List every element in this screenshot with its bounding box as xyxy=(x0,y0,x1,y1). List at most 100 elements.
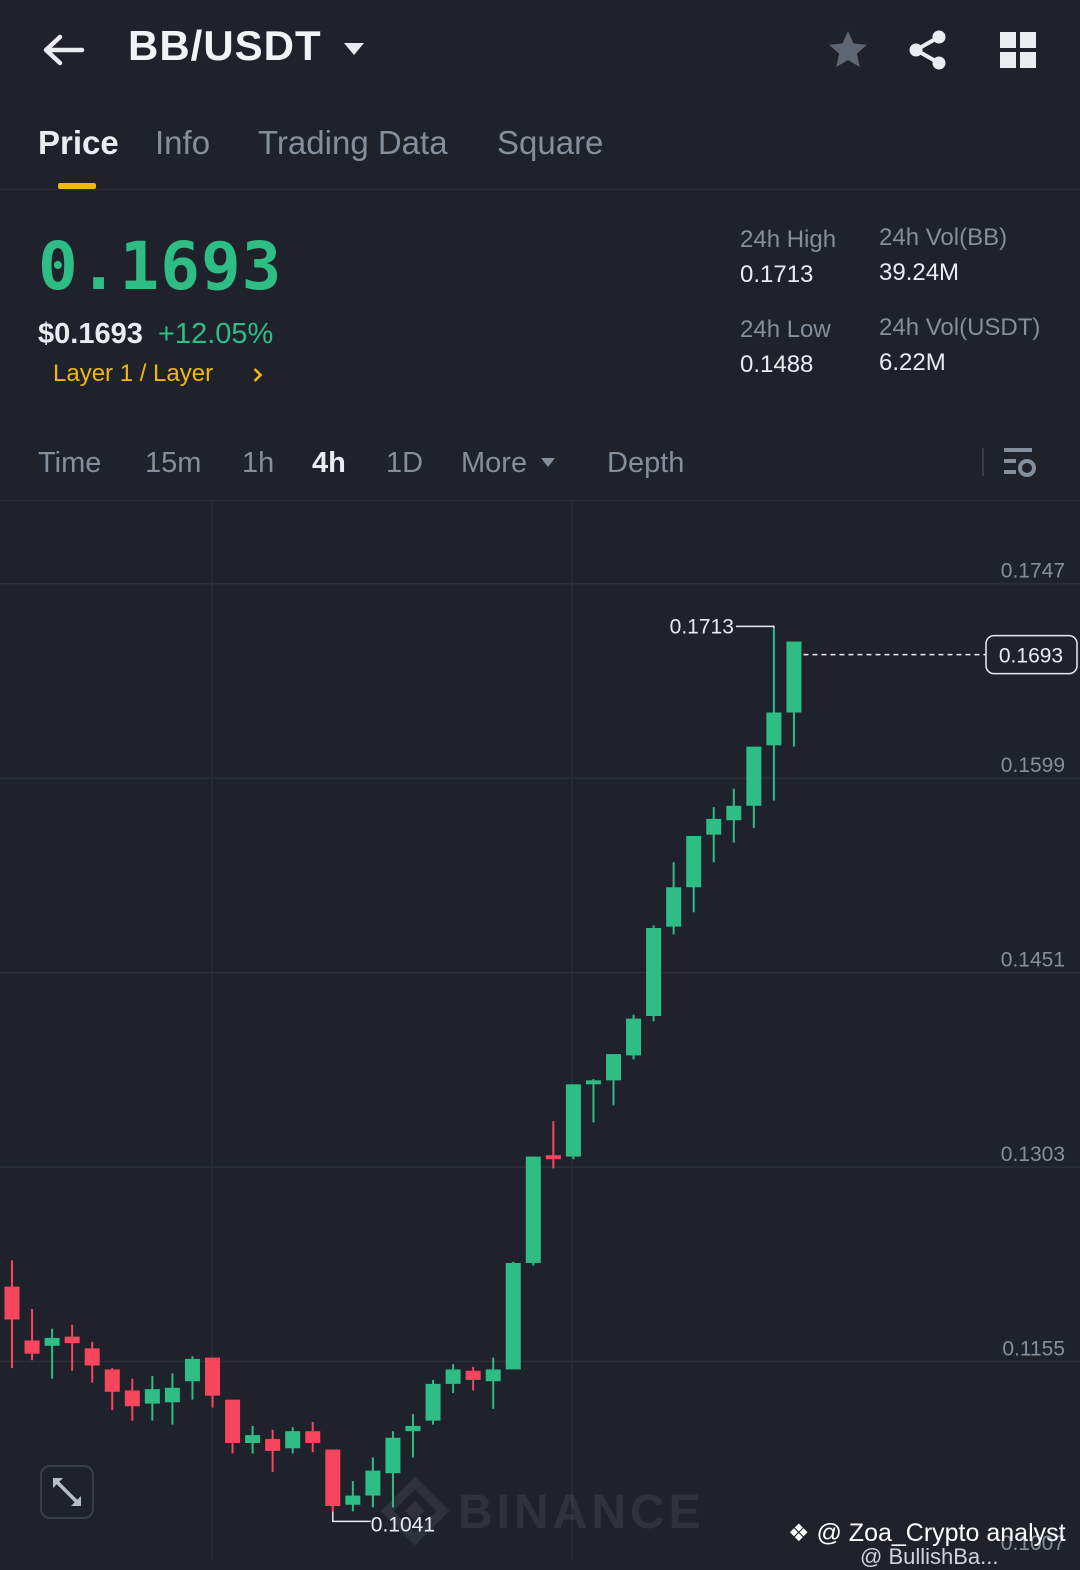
candle xyxy=(44,1328,60,1379)
candle xyxy=(124,1378,140,1421)
candle-body xyxy=(565,1084,581,1157)
watermark-user-text: @ Zoa_Crypto analyst xyxy=(816,1519,1066,1547)
pair-title[interactable]: BB/USDT xyxy=(128,22,322,70)
interval-1d[interactable]: 1D xyxy=(386,447,423,480)
candle xyxy=(505,1261,521,1370)
low-marker-line xyxy=(332,1511,371,1523)
depth-tab[interactable]: Depth xyxy=(607,447,684,480)
candle xyxy=(205,1357,220,1408)
candle xyxy=(405,1414,421,1458)
tab-price[interactable]: Price xyxy=(38,124,119,162)
candle xyxy=(726,788,742,843)
chart-canvas[interactable]: BINANCE 0.1747 0.1599 0.1451 0.1303 0.1155 0.… xyxy=(0,501,1080,1560)
high-marker-label: 0.1713 xyxy=(670,615,734,638)
candle-body xyxy=(525,1156,541,1264)
candle xyxy=(425,1379,441,1425)
candle xyxy=(265,1429,281,1472)
candle-body xyxy=(425,1383,441,1421)
low-label: 24h Low xyxy=(740,316,831,343)
candle-body xyxy=(505,1263,521,1370)
interval-1h[interactable]: 1h xyxy=(242,447,274,480)
candle-body xyxy=(405,1425,421,1432)
chevron-right-icon[interactable] xyxy=(252,366,264,384)
candles xyxy=(4,628,802,1512)
candle-body xyxy=(84,1348,100,1366)
tab-trading-data[interactable]: Trading Data xyxy=(258,124,448,162)
top-bar: BB/USDT xyxy=(0,0,1080,100)
expand-chart-button[interactable] xyxy=(40,1465,94,1519)
candle xyxy=(24,1308,40,1361)
candle-body xyxy=(225,1399,241,1444)
last-price: 0.1693 xyxy=(38,228,283,305)
chart-settings-icon[interactable] xyxy=(1000,444,1040,482)
candle-body xyxy=(104,1369,120,1392)
vol-base-value: 39.24M xyxy=(879,259,960,286)
candle xyxy=(225,1399,241,1454)
candle-body xyxy=(626,1018,642,1056)
caret-down-icon[interactable] xyxy=(342,40,366,58)
low-marker-label: 0.1041 xyxy=(371,1513,435,1536)
candle xyxy=(666,862,682,935)
candle-body xyxy=(64,1336,80,1344)
vol-quote-label: 24h Vol(USDT) xyxy=(879,314,1041,341)
interval-time[interactable]: Time xyxy=(38,447,101,480)
grid-icon[interactable] xyxy=(996,28,1040,72)
candle-body xyxy=(726,805,742,821)
candlestick-chart[interactable]: BINANCE 0.1747 0.1599 0.1451 0.1303 0.1155 0.… xyxy=(0,501,1080,1560)
candle xyxy=(465,1366,481,1391)
candle xyxy=(766,628,782,801)
chart-labels: 0.17470.15990.14510.13030.11550.10070.17… xyxy=(332,560,1078,1555)
candle-body xyxy=(345,1495,361,1505)
y-tick-label: 0.1303 xyxy=(1001,1143,1065,1166)
interval-15m[interactable]: 15m xyxy=(145,447,201,480)
candle xyxy=(325,1449,341,1512)
candle-body xyxy=(646,927,662,1016)
candle xyxy=(606,1054,621,1106)
candle-body xyxy=(485,1369,501,1382)
candle-body xyxy=(686,835,702,888)
candle xyxy=(445,1364,461,1394)
candle-body xyxy=(305,1431,321,1444)
y-tick-label: 0.1155 xyxy=(1002,1338,1065,1361)
candle xyxy=(245,1425,261,1454)
y-tick-label: 0.1747 xyxy=(1001,560,1065,583)
high-value: 0.1713 xyxy=(740,261,814,288)
interval-more[interactable]: More xyxy=(461,447,527,480)
candle-body xyxy=(245,1435,261,1444)
star-icon[interactable] xyxy=(826,28,870,72)
category-tag[interactable]: Layer 1 / Layer xyxy=(53,360,213,388)
binance-logo-icon: ❖ xyxy=(788,1520,810,1547)
high-label: 24h High xyxy=(740,226,837,253)
candle-body xyxy=(205,1357,220,1396)
candle-body xyxy=(666,887,682,927)
candle-body xyxy=(265,1439,281,1451)
expand-icon xyxy=(53,1478,81,1506)
candle-body xyxy=(4,1286,20,1320)
high-marker-line xyxy=(735,625,775,629)
watermark-text: BINANCE xyxy=(458,1486,705,1539)
interval-4h[interactable]: 4h xyxy=(312,447,346,480)
candle xyxy=(585,1079,601,1123)
candle xyxy=(786,641,802,747)
candle xyxy=(545,1121,561,1169)
candle xyxy=(104,1368,120,1411)
user-watermark-secondary: @ BullishBa... xyxy=(860,1544,999,1569)
tab-square[interactable]: Square xyxy=(497,124,603,162)
usd-price: $0.1693 xyxy=(38,318,143,350)
candle-body xyxy=(124,1390,140,1407)
candle xyxy=(184,1356,200,1400)
caret-down-icon[interactable] xyxy=(540,457,556,469)
candle-body xyxy=(144,1389,160,1404)
low-value: 0.1488 xyxy=(740,351,814,378)
candle xyxy=(686,835,702,913)
candle-body xyxy=(706,818,722,835)
back-arrow-icon[interactable] xyxy=(38,28,88,72)
candle xyxy=(84,1341,100,1383)
candle xyxy=(164,1373,180,1425)
candle xyxy=(144,1375,160,1421)
candle xyxy=(285,1427,301,1454)
share-icon[interactable] xyxy=(906,28,950,72)
candle xyxy=(746,746,762,829)
tab-info[interactable]: Info xyxy=(155,124,210,162)
vol-quote-value: 6.22M xyxy=(879,349,946,376)
